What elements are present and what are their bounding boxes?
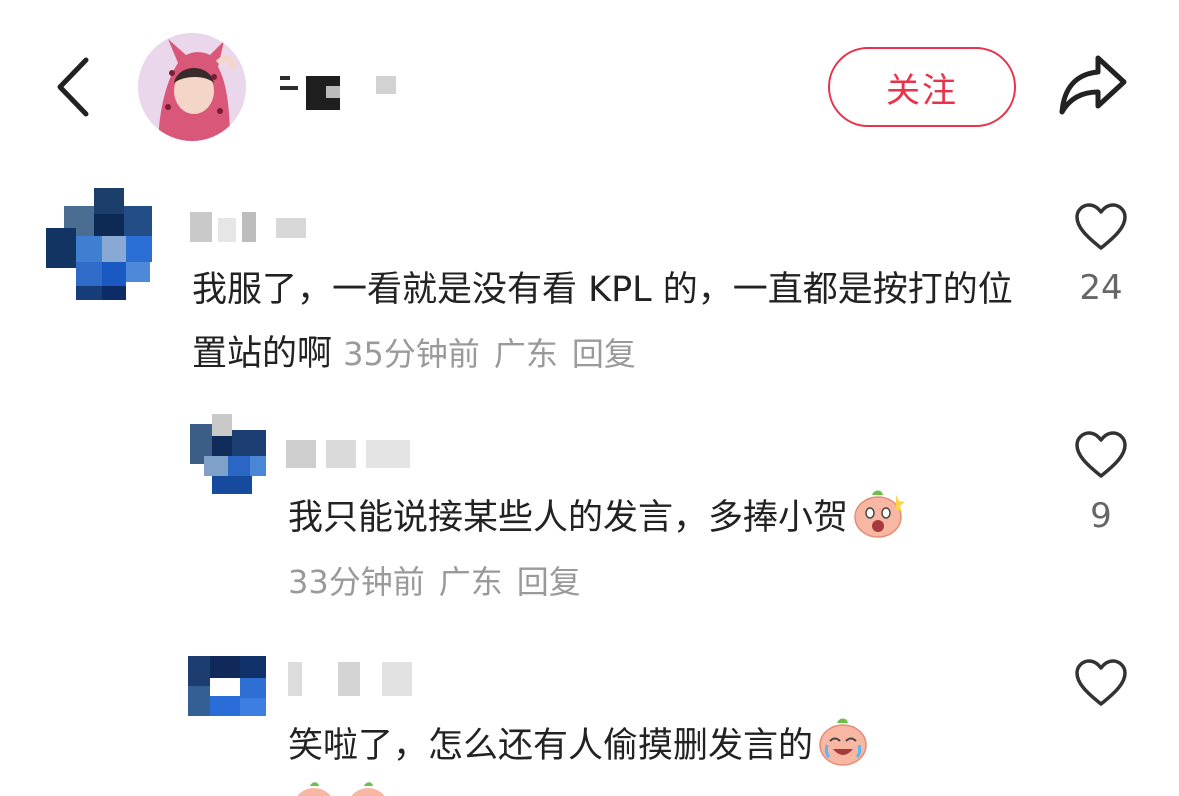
chevron-left-icon: [57, 57, 89, 117]
like-count: 24: [1079, 268, 1123, 308]
comment-meta: 35分钟前 广东 回复: [343, 335, 650, 373]
commenter-avatar-redacted[interactable]: [46, 188, 152, 300]
reply-button[interactable]: 回复: [572, 335, 636, 373]
commenter-name-redacted[interactable]: [286, 436, 416, 470]
comment-body: 笑啦了，怎么还有人偷摸删发言的: [288, 726, 814, 766]
comment-location: 广东: [493, 335, 558, 373]
like-count: 9: [1090, 496, 1112, 536]
author-name-redacted[interactable]: [276, 68, 406, 110]
comment-page: 关注 我服了，一看就是没有看 KPL 的，一直都是按打的位置站的啊 35分钟前 …: [0, 0, 1179, 796]
commenter-name-redacted[interactable]: [190, 208, 330, 242]
commenter-avatar-redacted[interactable]: [188, 656, 266, 716]
partial-emoji-row: [292, 780, 412, 796]
like-button[interactable]: [1074, 202, 1128, 252]
comment-body: 我只能说接某些人的发言，多捧小贺: [288, 498, 849, 538]
share-button[interactable]: [1058, 52, 1128, 118]
author-avatar[interactable]: [138, 33, 246, 141]
comment-text: 我只能说接某些人的发言，多捧小贺 33分钟前 广东 回复: [288, 486, 1048, 614]
like-button[interactable]: [1074, 430, 1128, 480]
follow-button[interactable]: 关注: [828, 47, 1016, 127]
comment-text: 笑啦了，怎么还有人偷摸删发言的: [288, 714, 1048, 778]
like-button[interactable]: [1074, 658, 1128, 708]
commenter-avatar-redacted[interactable]: [190, 414, 266, 494]
comment-meta: 33分钟前 广东 回复: [288, 563, 595, 601]
comment-time: 33分钟前: [288, 563, 425, 601]
heart-outline-icon: [1075, 431, 1127, 478]
comment-location: 广东: [438, 563, 503, 601]
heart-outline-icon: [1075, 203, 1127, 250]
share-arrow-icon: [1059, 55, 1127, 115]
heart-outline-icon: [1075, 659, 1127, 706]
peach-face-emoji: [854, 490, 905, 538]
commenter-name-redacted[interactable]: [288, 660, 418, 696]
peach-face-emoji: [819, 718, 867, 766]
comment-text: 我服了，一看就是没有看 KPL 的，一直都是按打的位置站的啊 35分钟前 广东 回复: [192, 258, 1022, 386]
comment-time: 35分钟前: [343, 335, 480, 373]
reply-button[interactable]: 回复: [517, 563, 581, 601]
back-button[interactable]: [52, 52, 102, 122]
